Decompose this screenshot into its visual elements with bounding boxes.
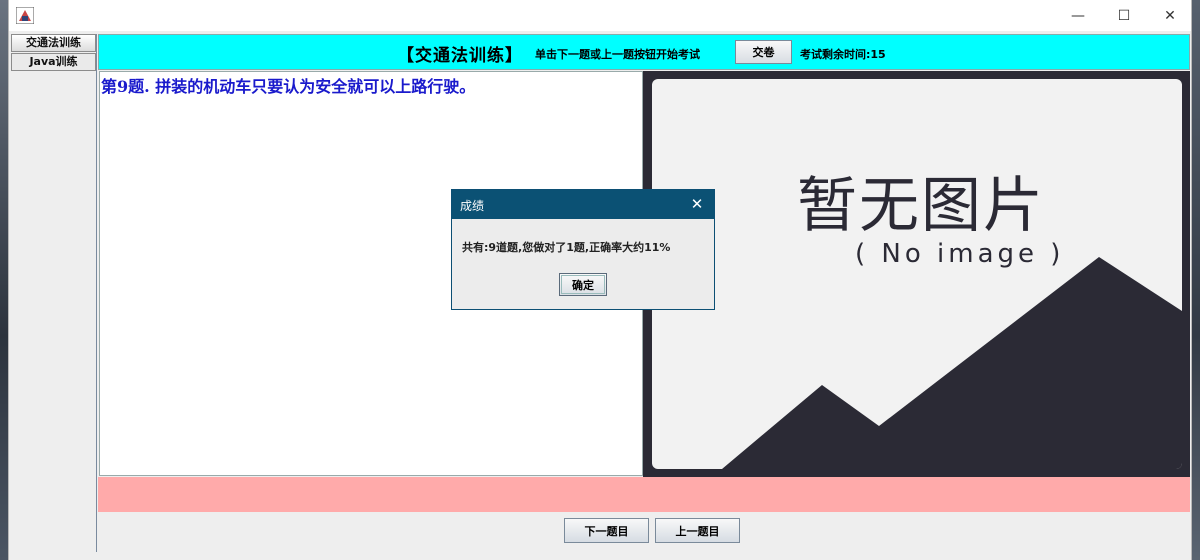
tab-list: 交通法训练 Java训练	[11, 34, 96, 72]
dialog-ok-button[interactable]: 确定	[559, 273, 607, 296]
tab-traffic-law[interactable]: 交通法训练	[11, 34, 96, 52]
remaining-time: 考试剩余时间:15	[800, 48, 886, 61]
dialog-title: 成绩	[460, 199, 485, 213]
maximize-button[interactable]: ☐	[1101, 0, 1147, 31]
submit-exam-button[interactable]: 交卷	[735, 40, 792, 64]
mountain-illustration	[722, 257, 1182, 469]
score-dialog: 成绩 ✕ 共有:9道题,您做对了1题,正确率大约11% 确定	[451, 189, 715, 310]
question-image: 暂无图片 ( No image )	[643, 71, 1190, 477]
app-window: — ☐ ✕ 交通法训练 Java训练 【交通法训练】 单击下一题或上一题按钮开始…	[8, 0, 1192, 560]
no-image-title: 暂无图片	[797, 171, 1045, 241]
title-bar: — ☐ ✕	[9, 0, 1191, 31]
exam-title: 【交通法训练】	[397, 46, 523, 66]
tab-java[interactable]: Java训练	[11, 53, 96, 71]
next-question-button[interactable]: 下一题目	[564, 518, 649, 543]
java-app-icon	[16, 7, 34, 24]
dialog-message: 共有:9道题,您做对了1题,正确率大约11%	[462, 241, 671, 254]
previous-question-button[interactable]: 上一题目	[655, 518, 740, 543]
minimize-button[interactable]: —	[1055, 0, 1101, 31]
status-bar	[98, 477, 1190, 512]
question-text: 第9题. 拼装的机动车只要认为安全就可以上路行驶。	[101, 77, 476, 96]
navigation-bar: 下一题目 上一题目	[98, 512, 1190, 552]
no-image-placeholder: 暂无图片 ( No image )	[652, 79, 1182, 469]
dialog-title-bar: 成绩 ✕	[452, 190, 714, 219]
tab-content-border	[96, 34, 97, 552]
no-image-subtitle: ( No image )	[855, 239, 1065, 269]
close-window-button[interactable]: ✕	[1147, 0, 1193, 31]
dialog-close-icon[interactable]: ✕	[686, 193, 708, 215]
exam-hint: 单击下一题或上一题按钮开始考试	[535, 48, 700, 61]
exam-header: 【交通法训练】 单击下一题或上一题按钮开始考试 交卷 考试剩余时间:15	[98, 34, 1190, 70]
